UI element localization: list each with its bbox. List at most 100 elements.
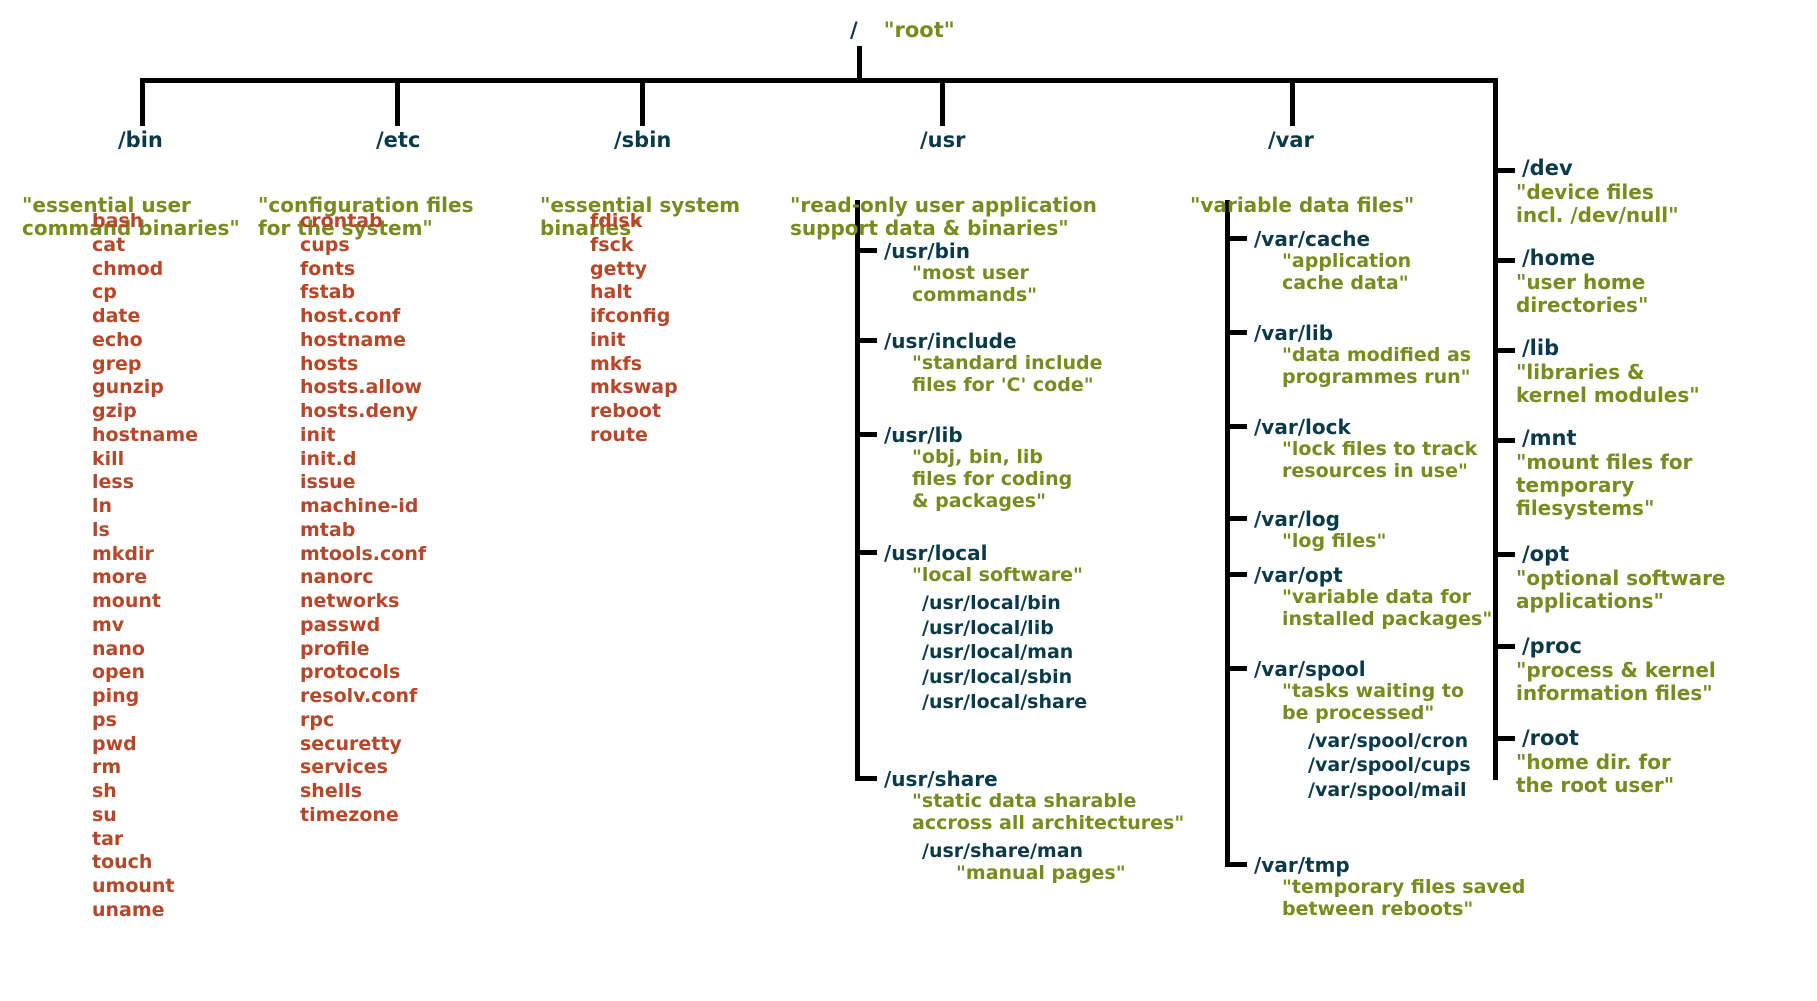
root-slash: / xyxy=(850,20,878,41)
etc-file: rpc xyxy=(300,709,426,733)
bin-file: kill xyxy=(92,448,198,472)
bin-file: pwd xyxy=(92,733,198,757)
right-dir-name: /lib xyxy=(1522,338,1700,359)
dir-usr-lib: /usr/lib "obj, bin, lib files for coding… xyxy=(884,424,1072,513)
bin-file: grep xyxy=(92,353,198,377)
etc-file: nanorc xyxy=(300,566,426,590)
etc-file: init xyxy=(300,424,426,448)
usr-local-child: /usr/local/lib xyxy=(922,616,1087,641)
bin-file: ls xyxy=(92,519,198,543)
right-dir-desc: "home dir. for the root user" xyxy=(1516,751,1674,797)
dir-etc-files: crontabcupsfontsfstabhost.confhostnameho… xyxy=(300,210,426,828)
dir-bin-name: /bin xyxy=(118,130,163,151)
right-dir-proc: /proc"process & kernel information files… xyxy=(1522,636,1716,705)
dir-sbin-name: /sbin xyxy=(614,130,671,151)
right-dir-name: /mnt xyxy=(1522,428,1692,449)
bin-file: rm xyxy=(92,756,198,780)
dir-usr-local: /usr/local "local software" /usr/local/b… xyxy=(884,542,1087,714)
etc-file: machine-id xyxy=(300,495,426,519)
etc-file: passwd xyxy=(300,614,426,638)
usr-local-child: /usr/local/sbin xyxy=(922,665,1087,690)
bin-file: touch xyxy=(92,851,198,875)
right-dir-desc: "optional software applications" xyxy=(1516,567,1726,613)
dir-usr-bin: /usr/bin "most user commands" xyxy=(884,240,1037,307)
right-dir-mnt: /mnt"mount files for temporary filesyste… xyxy=(1522,428,1692,520)
filesystem-hierarchy-diagram: / "root" /bin "essential user command bi… xyxy=(0,0,1817,1001)
sbin-file: halt xyxy=(590,281,678,305)
dir-var-log: /var/log "log files" xyxy=(1254,508,1386,553)
etc-file: hosts xyxy=(300,353,426,377)
right-dir-root: /root"home dir. for the root user" xyxy=(1522,728,1674,797)
dir-var-opt: /var/opt "variable data for installed pa… xyxy=(1254,564,1492,631)
etc-file: mtab xyxy=(300,519,426,543)
etc-file: securetty xyxy=(300,733,426,757)
dir-var-lib: /var/lib "data modified as programmes ru… xyxy=(1254,322,1471,389)
etc-file: services xyxy=(300,756,426,780)
var-spool-child: /var/spool/cups xyxy=(1308,753,1471,778)
bin-file: date xyxy=(92,305,198,329)
etc-file: cups xyxy=(300,234,426,258)
etc-file: crontab xyxy=(300,210,426,234)
etc-file: hostname xyxy=(300,329,426,353)
right-dir-name: /home xyxy=(1522,248,1648,269)
right-dir-dev: /dev"device files incl. /dev/null" xyxy=(1522,158,1679,227)
right-dir-name: /proc xyxy=(1522,636,1716,657)
bin-file: su xyxy=(92,804,198,828)
bin-file: hostname xyxy=(92,424,198,448)
etc-file: issue xyxy=(300,471,426,495)
dir-sbin-files: fdiskfsckgettyhaltifconfiginitmkfsmkswap… xyxy=(590,210,678,448)
sbin-file: getty xyxy=(590,258,678,282)
right-dir-lib: /lib"libraries & kernel modules" xyxy=(1522,338,1700,407)
bin-file: chmod xyxy=(92,258,198,282)
bin-file: echo xyxy=(92,329,198,353)
right-dir-desc: "user home directories" xyxy=(1516,271,1648,317)
bin-file: ln xyxy=(92,495,198,519)
right-dir-name: /opt xyxy=(1522,544,1726,565)
bin-file: sh xyxy=(92,780,198,804)
root-label: "root" xyxy=(884,18,955,42)
root-node: / "root" xyxy=(850,20,955,41)
sbin-file: mkswap xyxy=(590,376,678,400)
etc-file: profile xyxy=(300,638,426,662)
bin-file: nano xyxy=(92,638,198,662)
right-dir-desc: "process & kernel information files" xyxy=(1516,659,1716,705)
right-dir-name: /root xyxy=(1522,728,1674,749)
bin-file: ping xyxy=(92,685,198,709)
etc-file: resolv.conf xyxy=(300,685,426,709)
var-spool-child: /var/spool/cron xyxy=(1308,729,1471,754)
etc-file: fonts xyxy=(300,258,426,282)
etc-file: shells xyxy=(300,780,426,804)
usr-local-child: /usr/local/share xyxy=(922,690,1087,715)
sbin-file: mkfs xyxy=(590,353,678,377)
etc-file: mtools.conf xyxy=(300,543,426,567)
bin-file: ps xyxy=(92,709,198,733)
usr-local-child: /usr/local/man xyxy=(922,640,1087,665)
bin-file: cat xyxy=(92,234,198,258)
dir-var-spool: /var/spool "tasks waiting to be processe… xyxy=(1254,658,1471,803)
bin-file: gzip xyxy=(92,400,198,424)
dir-bin-files: bashcatchmodcpdateechogrepgunzipgziphost… xyxy=(92,210,198,923)
right-dir-opt: /opt"optional software applications" xyxy=(1522,544,1726,613)
bin-file: umount xyxy=(92,875,198,899)
bin-file: uname xyxy=(92,899,198,923)
etc-file: init.d xyxy=(300,448,426,472)
etc-file: networks xyxy=(300,590,426,614)
bin-file: mv xyxy=(92,614,198,638)
etc-file: host.conf xyxy=(300,305,426,329)
sbin-file: ifconfig xyxy=(590,305,678,329)
dir-usr-name: /usr xyxy=(920,130,965,151)
sbin-file: reboot xyxy=(590,400,678,424)
etc-file: fstab xyxy=(300,281,426,305)
right-dir-name: /dev xyxy=(1522,158,1679,179)
bin-file: more xyxy=(92,566,198,590)
etc-file: timezone xyxy=(300,804,426,828)
sbin-file: route xyxy=(590,424,678,448)
dir-var-tmp: /var/tmp "temporary files saved between … xyxy=(1254,854,1525,921)
usr-local-child: /usr/local/bin xyxy=(922,591,1087,616)
bin-file: bash xyxy=(92,210,198,234)
sbin-file: init xyxy=(590,329,678,353)
etc-file: hosts.allow xyxy=(300,376,426,400)
dir-etc-name: /etc xyxy=(376,130,420,151)
bin-file: cp xyxy=(92,281,198,305)
sbin-file: fdisk xyxy=(590,210,678,234)
